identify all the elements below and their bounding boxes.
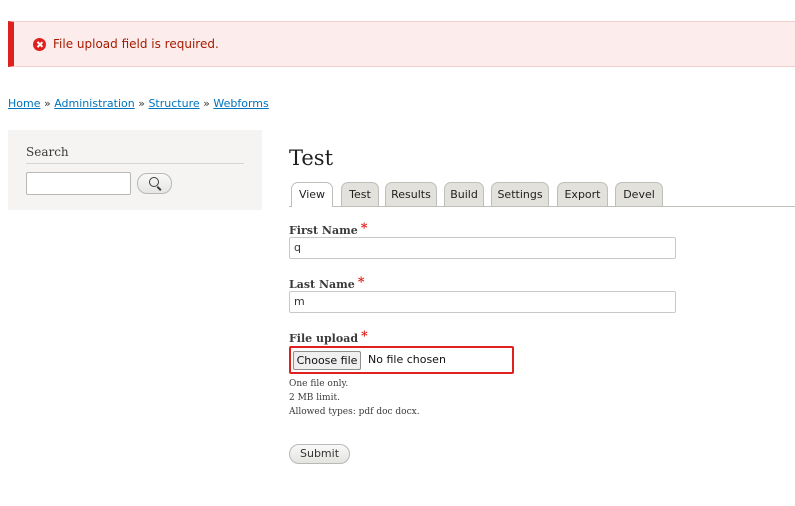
tab-test[interactable]: Test <box>341 182 379 206</box>
first-name-label-text: First Name <box>289 224 358 237</box>
required-marker: * <box>361 329 368 344</box>
error-message: File upload field is required. <box>8 21 795 67</box>
file-upload-label: File upload * <box>289 329 368 345</box>
description-line: Allowed types: pdf doc docx. <box>289 407 420 417</box>
tab-devel[interactable]: Devel <box>615 182 663 206</box>
page-title: Test <box>289 146 334 170</box>
tab-settings[interactable]: Settings <box>491 182 549 206</box>
breadcrumb-administration[interactable]: Administration <box>54 97 135 110</box>
description-line: 2 MB limit. <box>289 393 340 403</box>
tabs: View Test Results Build Settings Export … <box>289 182 795 207</box>
search-block-title: Search <box>26 145 69 159</box>
file-upload-description: One file only. 2 MB limit. Allowed types… <box>289 377 420 419</box>
file-upload-field: Choose file No file chosen <box>289 346 514 374</box>
required-marker: * <box>357 275 365 290</box>
breadcrumb-structure[interactable]: Structure <box>148 97 199 110</box>
tabs-baseline <box>289 206 795 207</box>
breadcrumb-separator: » <box>203 97 210 110</box>
search-input[interactable] <box>26 172 131 195</box>
search-button[interactable] <box>137 173 172 194</box>
first-name-label: First Name * <box>289 221 368 237</box>
description-line: One file only. <box>289 379 349 389</box>
tab-view[interactable]: View <box>291 182 333 207</box>
file-status-text: No file chosen <box>368 353 446 366</box>
choose-file-button[interactable]: Choose file <box>293 351 361 370</box>
tab-results[interactable]: Results <box>385 182 437 206</box>
search-icon <box>149 177 159 187</box>
first-name-field[interactable]: q <box>289 237 676 259</box>
last-name-label: Last Name * <box>289 275 365 291</box>
breadcrumb: Home » Administration » Structure » Webf… <box>8 97 269 110</box>
required-marker: * <box>360 221 368 236</box>
error-message-text: File upload field is required. <box>53 37 219 51</box>
breadcrumb-separator: » <box>138 97 145 110</box>
divider <box>26 163 244 164</box>
tab-build[interactable]: Build <box>444 182 484 206</box>
tab-export[interactable]: Export <box>557 182 608 206</box>
error-icon <box>33 38 46 51</box>
sidebar-search-block: Search <box>8 130 262 210</box>
file-upload-label-text: File upload <box>289 332 359 345</box>
breadcrumb-webforms[interactable]: Webforms <box>213 97 268 110</box>
last-name-field[interactable]: m <box>289 291 676 313</box>
last-name-label-text: Last Name <box>289 278 355 291</box>
submit-button[interactable]: Submit <box>289 444 350 464</box>
breadcrumb-separator: » <box>43 97 51 110</box>
breadcrumb-home[interactable]: Home <box>8 97 40 110</box>
